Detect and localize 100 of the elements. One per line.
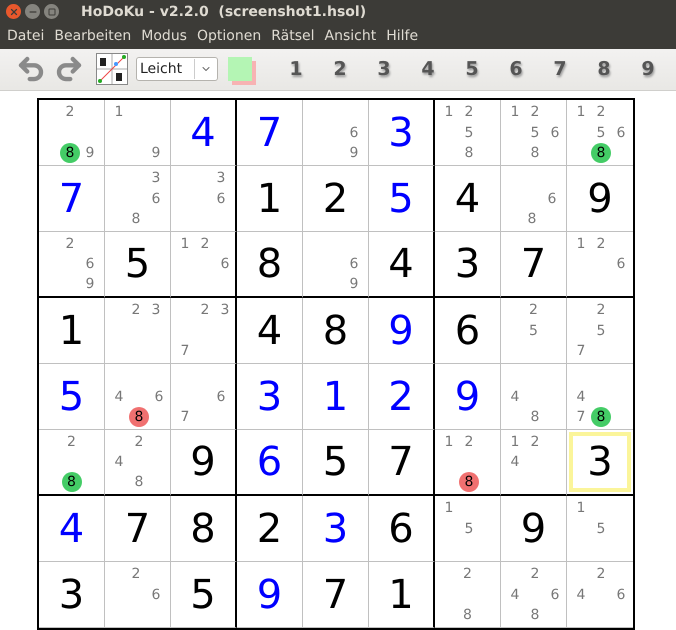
sudoku-cell[interactable]: 9 (369, 298, 435, 364)
menu-item[interactable]: Bearbeiten (49, 28, 136, 44)
digit-filter-button[interactable]: 5 (450, 58, 494, 80)
maximize-button[interactable] (44, 4, 59, 20)
sudoku-cell[interactable]: 1 2 6 (567, 232, 633, 298)
sudoku-cell[interactable]: 1 2 5 6 8 (567, 100, 633, 166)
sudoku-cell[interactable]: 4 8 (501, 364, 567, 430)
menu-item[interactable]: Modus (136, 28, 192, 44)
sudoku-cell[interactable]: 5 (171, 562, 237, 628)
sudoku-cell[interactable]: 1 (237, 166, 303, 232)
level-dropdown[interactable]: Leicht (136, 57, 218, 82)
candidates-toggle-button[interactable] (96, 53, 128, 86)
color-button[interactable] (228, 57, 252, 82)
candidate-digit: 1 (444, 103, 454, 122)
sudoku-cell[interactable]: 9 (501, 496, 567, 562)
menu-item[interactable]: Rätsel (266, 28, 320, 44)
sudoku-cell[interactable]: 2 (303, 166, 369, 232)
sudoku-cell[interactable]: 1 (369, 562, 435, 628)
sudoku-cell[interactable]: 3 6 (171, 166, 237, 232)
sudoku-cell[interactable]: 1 2 5 6 8 (501, 100, 567, 166)
sudoku-cell[interactable]: 1 9 (105, 100, 171, 166)
sudoku-cell[interactable]: 4 7 8 (567, 364, 633, 430)
sudoku-cell[interactable]: 6 (369, 496, 435, 562)
sudoku-cell[interactable]: 6 9 (303, 100, 369, 166)
sudoku-cell[interactable]: 2 5 7 (567, 298, 633, 364)
sudoku-cell[interactable]: 2 8 (39, 430, 105, 496)
sudoku-cell[interactable]: 5 (303, 430, 369, 496)
sudoku-cell[interactable]: 7 (105, 496, 171, 562)
sudoku-cell[interactable]: 3 (237, 364, 303, 430)
sudoku-cell[interactable]: 2 3 7 (171, 298, 237, 364)
candidate-digit: 2 (200, 301, 210, 320)
sudoku-cell[interactable]: 9 (171, 430, 237, 496)
digit-filter-button[interactable]: 7 (538, 58, 582, 80)
menu-item[interactable]: Ansicht (320, 28, 382, 44)
sudoku-cell[interactable]: 2 3 (105, 298, 171, 364)
sudoku-cell[interactable]: 7 (39, 166, 105, 232)
sudoku-cell[interactable]: 7 (303, 562, 369, 628)
sudoku-cell[interactable]: 4 (237, 298, 303, 364)
candidate-digit: 6 (546, 190, 558, 208)
sudoku-cell[interactable]: 4 (171, 100, 237, 166)
menu-item[interactable]: Optionen (192, 28, 266, 44)
sudoku-cell[interactable]: 9 (237, 562, 303, 628)
sudoku-cell[interactable]: 2 5 (501, 298, 567, 364)
sudoku-cell[interactable]: 2 6 9 (39, 232, 105, 298)
digit-filter-button[interactable]: 6 (494, 58, 538, 80)
sudoku-cell[interactable]: 2 8 9 (39, 100, 105, 166)
sudoku-cell[interactable]: 7 (501, 232, 567, 298)
sudoku-cell[interactable]: 8 (237, 232, 303, 298)
sudoku-cell[interactable]: 2 4 6 (567, 562, 633, 628)
sudoku-cell[interactable]: 4 (39, 496, 105, 562)
sudoku-cell[interactable]: 1 2 4 (501, 430, 567, 496)
sudoku-cell[interactable]: 3 (435, 232, 501, 298)
sudoku-cell[interactable]: 6 9 (303, 232, 369, 298)
candidate-digit: 5 (596, 520, 606, 538)
sudoku-cell[interactable]: 6 (237, 430, 303, 496)
menu-item[interactable]: Datei (2, 28, 50, 44)
digit-filter-button[interactable]: 9 (626, 58, 670, 80)
sudoku-cell[interactable]: 1 5 (567, 496, 633, 562)
menu-item[interactable]: Hilfe (381, 28, 424, 44)
sudoku-cell[interactable]: 1 2 8 (435, 430, 501, 496)
sudoku-cell[interactable]: 4 6 8 (105, 364, 171, 430)
sudoku-cell[interactable]: 3 (369, 100, 435, 166)
digit-filter-button[interactable]: 8 (582, 58, 626, 80)
sudoku-cell[interactable]: 2 4 6 8 (501, 562, 567, 628)
sudoku-cell[interactable]: 4 (369, 232, 435, 298)
sudoku-cell[interactable]: 6 8 (501, 166, 567, 232)
sudoku-cell[interactable]: 1 5 (435, 496, 501, 562)
sudoku-cell[interactable]: 1 (303, 364, 369, 430)
sudoku-cell[interactable]: 2 (237, 496, 303, 562)
sudoku-cell[interactable]: 7 (369, 430, 435, 496)
digit-filter-button[interactable]: 1 (274, 58, 318, 80)
digit-filter-button[interactable]: 2 (318, 58, 362, 80)
sudoku-cell[interactable]: 5 (39, 364, 105, 430)
sudoku-cell[interactable]: 2 4 8 (105, 430, 171, 496)
digit-filter-button[interactable]: 3 (362, 58, 406, 80)
sudoku-cell[interactable]: 3 6 8 (105, 166, 171, 232)
sudoku-cell[interactable]: 1 2 6 (171, 232, 237, 298)
sudoku-cell[interactable]: 2 6 (105, 562, 171, 628)
minimize-button[interactable] (25, 4, 40, 20)
sudoku-cell[interactable]: 6 7 (171, 364, 237, 430)
close-button[interactable] (6, 4, 21, 20)
sudoku-cell[interactable]: 7 (237, 100, 303, 166)
cell-digit: 5 (58, 376, 84, 417)
sudoku-cell[interactable]: 2 (369, 364, 435, 430)
sudoku-cell[interactable]: 6 (435, 298, 501, 364)
sudoku-cell[interactable]: 3 (39, 562, 105, 628)
sudoku-cell[interactable]: 4 (435, 166, 501, 232)
sudoku-cell[interactable]: 9 (567, 166, 633, 232)
sudoku-cell[interactable]: 5 (105, 232, 171, 298)
sudoku-cell[interactable]: 9 (435, 364, 501, 430)
sudoku-cell[interactable]: 3 (303, 496, 369, 562)
sudoku-cell[interactable]: 3 (567, 430, 633, 496)
digit-filter-button[interactable]: 4 (406, 58, 450, 80)
sudoku-cell[interactable]: 1 2 5 8 (435, 100, 501, 166)
sudoku-cell[interactable]: 5 (369, 166, 435, 232)
sudoku-cell[interactable]: 8 (303, 298, 369, 364)
cell-digit: 5 (388, 178, 414, 219)
sudoku-cell[interactable]: 8 (171, 496, 237, 562)
sudoku-cell[interactable]: 1 (39, 298, 105, 364)
sudoku-cell[interactable]: 2 8 (435, 562, 501, 628)
